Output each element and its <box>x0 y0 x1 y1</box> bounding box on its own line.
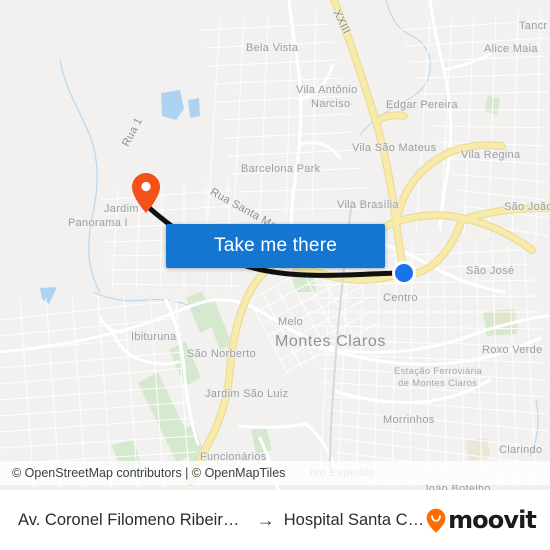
origin-pin-marker[interactable] <box>131 172 161 214</box>
attribution-text[interactable]: © OpenStreetMap contributors | © OpenMap… <box>12 466 285 480</box>
route-origin-label: Av. Coronel Filomeno Ribeiro, ... <box>18 510 248 529</box>
destination-dot-marker[interactable] <box>392 261 416 285</box>
take-me-there-button[interactable]: Take me there <box>166 224 385 268</box>
moovit-wordmark: moovit <box>448 506 537 534</box>
moovit-logo[interactable]: moovit <box>426 506 537 534</box>
route-footer-bar: Av. Coronel Filomeno Ribeiro, ... → Hosp… <box>0 490 550 550</box>
route-destination-label: Hospital Santa Ca... <box>283 510 427 529</box>
map-attribution-bar: © OpenStreetMap contributors | © OpenMap… <box>0 461 550 485</box>
arrow-right-icon: → <box>256 510 275 530</box>
moovit-pin-icon <box>426 508 446 533</box>
map-canvas[interactable]: Bela Vista Tancr Alice Maia Vila Antônio… <box>0 0 550 490</box>
route-summary: Av. Coronel Filomeno Ribeiro, ... → Hosp… <box>18 511 426 530</box>
moovit-map-screen: Bela Vista Tancr Alice Maia Vila Antônio… <box>0 0 550 550</box>
